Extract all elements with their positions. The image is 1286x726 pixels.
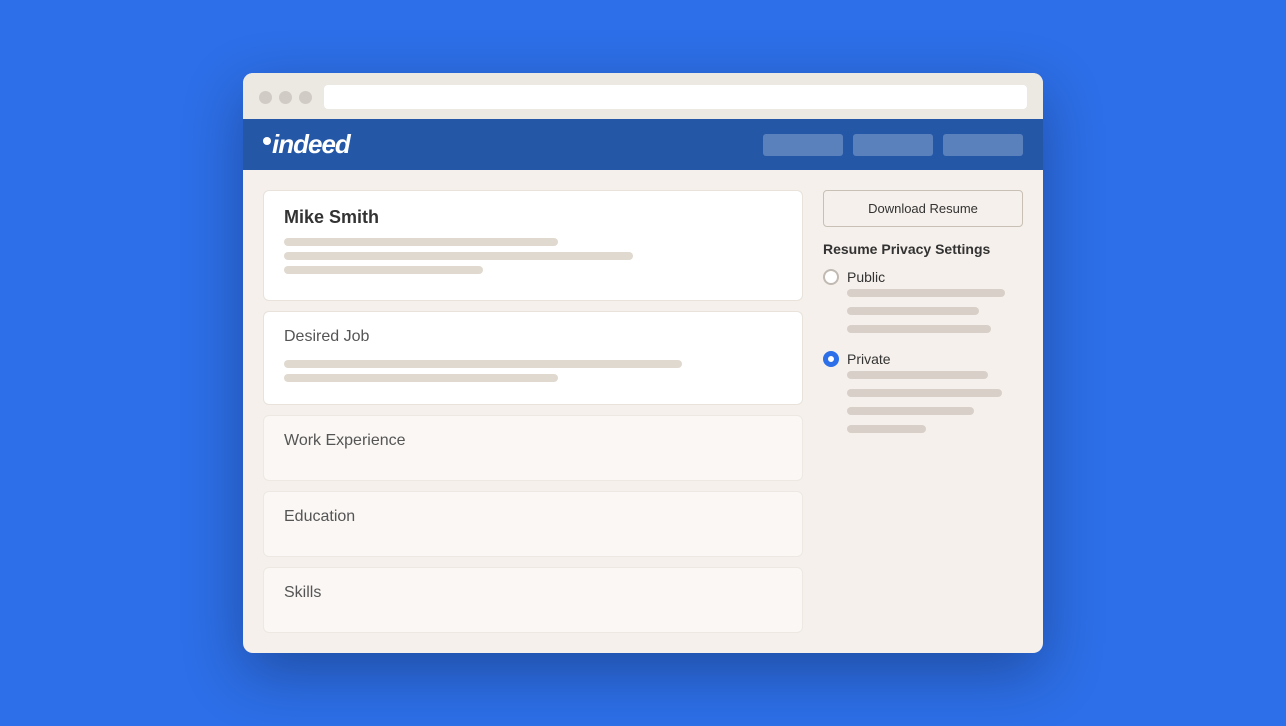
logo-dot [263,137,271,145]
profile-line-2 [284,252,633,260]
close-button[interactable] [259,91,272,104]
public-label: Public [847,269,885,285]
private-label: Private [847,351,891,367]
private-option[interactable]: Private [823,351,1023,439]
header-nav [763,134,1023,156]
private-radio-row[interactable]: Private [823,351,1023,367]
maximize-button[interactable] [299,91,312,104]
public-line-2 [847,307,979,315]
left-panel: Mike Smith Desired Job Work Experience E… [263,190,803,633]
indeed-logo: indeed [263,129,350,160]
user-name: Mike Smith [284,207,782,228]
browser-chrome [243,73,1043,119]
education-label: Education [284,508,782,526]
public-desc [823,289,1023,339]
main-content: Mike Smith Desired Job Work Experience E… [243,170,1043,653]
nav-item-3[interactable] [943,134,1023,156]
private-line-1 [847,371,988,379]
privacy-section: Resume Privacy Settings Public [823,241,1023,439]
private-desc [823,371,1023,439]
skills-card: Skills [263,567,803,633]
private-radio[interactable] [823,351,839,367]
nav-item-1[interactable] [763,134,843,156]
public-radio-row[interactable]: Public [823,269,1023,285]
traffic-lights [259,91,312,104]
education-card: Education [263,491,803,557]
desired-job-line-1 [284,360,682,368]
private-line-4 [847,425,926,433]
skills-label: Skills [284,584,782,602]
work-experience-label: Work Experience [284,432,782,450]
public-line-1 [847,289,1005,297]
profile-line-3 [284,266,483,274]
profile-line-1 [284,238,558,246]
public-line-3 [847,325,991,333]
private-line-2 [847,389,1002,397]
private-line-3 [847,407,974,415]
browser-window: indeed Mike Smith Desired Job [243,73,1043,653]
public-radio[interactable] [823,269,839,285]
desired-job-card: Desired Job [263,311,803,405]
download-resume-button[interactable]: Download Resume [823,190,1023,227]
desired-job-line-2 [284,374,558,382]
nav-item-2[interactable] [853,134,933,156]
desired-job-label: Desired Job [284,328,782,346]
address-bar[interactable] [324,85,1027,109]
work-experience-card: Work Experience [263,415,803,481]
minimize-button[interactable] [279,91,292,104]
profile-card: Mike Smith [263,190,803,301]
privacy-title: Resume Privacy Settings [823,241,1023,257]
right-panel: Download Resume Resume Privacy Settings … [823,190,1023,633]
public-option[interactable]: Public [823,269,1023,339]
indeed-header: indeed [243,119,1043,170]
